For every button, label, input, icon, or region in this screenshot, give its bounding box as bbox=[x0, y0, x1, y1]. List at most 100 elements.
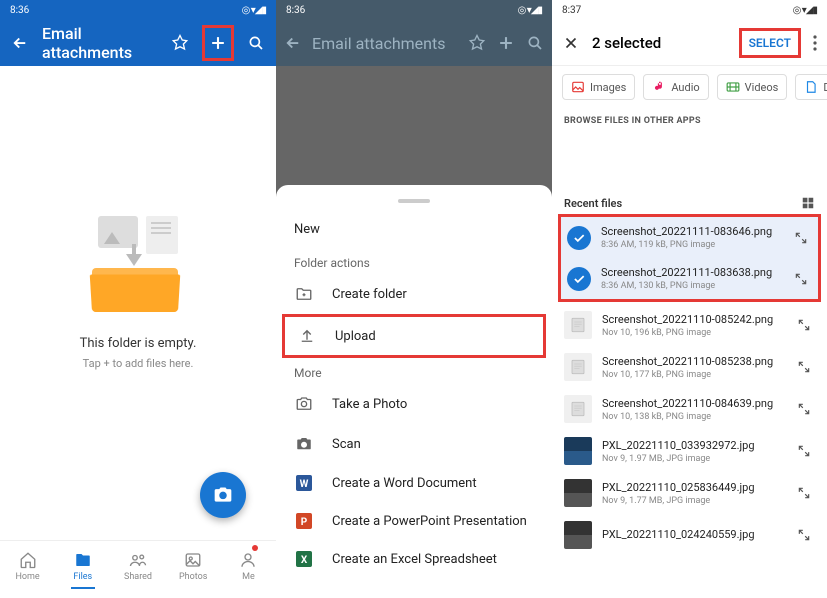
video-icon bbox=[726, 80, 740, 94]
file-info: Screenshot_20221110-084639.pngNov 10, 13… bbox=[602, 397, 783, 422]
picker-header: 2 selected SELECT bbox=[552, 20, 827, 66]
chip-videos[interactable]: Videos bbox=[717, 74, 788, 100]
svg-text:P: P bbox=[301, 517, 308, 528]
chip-documents[interactable]: Docur bbox=[795, 74, 827, 100]
search-icon[interactable] bbox=[244, 34, 268, 52]
scan-label: Scan bbox=[332, 437, 361, 452]
file-info: Screenshot_20221110-085242.pngNov 10, 19… bbox=[602, 313, 783, 338]
upload-icon bbox=[297, 327, 317, 345]
selection-count: 2 selected bbox=[592, 34, 727, 52]
create-xls-item[interactable]: X Create an Excel Spreadsheet bbox=[276, 540, 552, 578]
file-name: PXL_20221110_025836449.jpg bbox=[602, 481, 783, 494]
add-icon bbox=[496, 33, 516, 53]
file-name: Screenshot_20221110-084639.png bbox=[602, 397, 783, 410]
more-icon[interactable] bbox=[813, 35, 817, 51]
checkmark-icon bbox=[567, 267, 591, 291]
expand-icon[interactable] bbox=[793, 318, 815, 332]
chip-images[interactable]: Images bbox=[562, 74, 635, 100]
file-row[interactable]: Screenshot_20221111-083646.png8:36 AM, 1… bbox=[561, 217, 818, 258]
sheet-section-folder-actions: Folder actions bbox=[276, 248, 552, 274]
file-row[interactable]: Screenshot_20221110-084639.pngNov 10, 13… bbox=[552, 388, 827, 430]
take-photo-item[interactable]: Take a Photo bbox=[276, 384, 552, 424]
powerpoint-icon: P bbox=[294, 513, 314, 529]
nav-files[interactable]: Files bbox=[55, 541, 110, 598]
audio-icon bbox=[652, 80, 666, 94]
upload-item[interactable]: Upload bbox=[285, 317, 543, 355]
back-icon[interactable] bbox=[8, 34, 32, 52]
file-name: Screenshot_20221111-083638.png bbox=[601, 266, 780, 279]
file-info: PXL_20221110_024240559.jpg bbox=[602, 528, 783, 543]
image-icon bbox=[571, 80, 585, 94]
create-word-item[interactable]: W Create a Word Document bbox=[276, 464, 552, 502]
create-folder-item[interactable]: Create folder bbox=[276, 274, 552, 314]
file-info: Screenshot_20221110-085238.pngNov 10, 17… bbox=[602, 355, 783, 380]
file-thumbnail bbox=[564, 395, 592, 423]
file-name: PXL_20221110_024240559.jpg bbox=[602, 528, 783, 541]
file-row[interactable]: PXL_20221110_024240559.jpg bbox=[552, 514, 827, 556]
status-icons: ◎ ▾◢▮ bbox=[242, 5, 266, 16]
nav-files-label: Files bbox=[73, 572, 92, 582]
expand-icon[interactable] bbox=[793, 486, 815, 500]
file-row[interactable]: PXL_20221110_033932972.jpgNov 9, 1.97 MB… bbox=[552, 430, 827, 472]
chip-audio[interactable]: Audio bbox=[643, 74, 708, 100]
app-header: Email attachments bbox=[0, 20, 276, 66]
nav-shared[interactable]: Shared bbox=[110, 541, 165, 598]
premium-icon[interactable] bbox=[168, 34, 192, 52]
browse-other-apps[interactable]: BROWSE FILES IN OTHER APPS bbox=[552, 108, 827, 130]
expand-icon[interactable] bbox=[790, 272, 812, 286]
camera-fab[interactable] bbox=[200, 472, 246, 518]
selected-files-highlight: Screenshot_20221111-083646.png8:36 AM, 1… bbox=[558, 214, 821, 302]
sheet-handle[interactable] bbox=[398, 199, 430, 203]
take-photo-label: Take a Photo bbox=[332, 397, 407, 412]
page-title: Email attachments bbox=[42, 24, 158, 62]
expand-icon[interactable] bbox=[790, 231, 812, 245]
file-meta: Nov 9, 1.97 MB, JPG image bbox=[602, 454, 783, 464]
file-info: Screenshot_20221111-083638.png 8:36 AM, 1… bbox=[601, 266, 780, 291]
search-icon bbox=[526, 34, 544, 52]
close-icon[interactable] bbox=[562, 34, 580, 52]
create-folder-label: Create folder bbox=[332, 287, 407, 302]
status-bar: 8:36 ◎ ▾◢▮ bbox=[276, 0, 552, 20]
camera-icon bbox=[294, 395, 314, 413]
file-row[interactable]: Screenshot_20221111-083638.png 8:36 AM, 1… bbox=[561, 258, 818, 299]
status-time: 8:36 bbox=[10, 5, 29, 16]
upload-highlight: Upload bbox=[282, 314, 546, 358]
nav-home-label: Home bbox=[15, 572, 39, 582]
file-thumbnail bbox=[564, 521, 592, 549]
file-row[interactable]: Screenshot_20221110-085242.pngNov 10, 19… bbox=[552, 304, 827, 346]
create-xls-label: Create an Excel Spreadsheet bbox=[332, 552, 497, 567]
status-icons: ◎ ▾◢▮ bbox=[518, 5, 542, 16]
scan-item[interactable]: Scan bbox=[276, 424, 552, 464]
create-ppt-item[interactable]: P Create a PowerPoint Presentation bbox=[276, 502, 552, 540]
nav-me[interactable]: Me bbox=[221, 541, 276, 598]
file-name: Screenshot_20221110-085242.png bbox=[602, 313, 783, 326]
checkmark-icon bbox=[567, 226, 591, 250]
empty-title: This folder is empty. bbox=[80, 336, 197, 351]
grid-view-icon[interactable] bbox=[801, 196, 815, 210]
status-time: 8:36 bbox=[286, 5, 305, 16]
file-meta: 8:36 AM, 130 kB, PNG image bbox=[601, 281, 780, 291]
expand-icon[interactable] bbox=[793, 444, 815, 458]
file-row[interactable]: Screenshot_20221110-085238.pngNov 10, 17… bbox=[552, 346, 827, 388]
add-icon[interactable] bbox=[208, 33, 228, 53]
select-button[interactable]: SELECT bbox=[745, 32, 795, 54]
notification-dot bbox=[252, 545, 258, 551]
panel-files-empty: 8:36 ◎ ▾◢▮ Email attachments bbox=[0, 0, 276, 598]
expand-icon[interactable] bbox=[793, 402, 815, 416]
excel-icon: X bbox=[294, 551, 314, 567]
file-thumbnail bbox=[564, 311, 592, 339]
panel-action-sheet: 8:36 ◎ ▾◢▮ Email attachments New Folder … bbox=[276, 0, 552, 598]
create-word-label: Create a Word Document bbox=[332, 476, 477, 491]
file-info: Screenshot_20221111-083646.png8:36 AM, 1… bbox=[601, 225, 780, 250]
folder-plus-icon bbox=[294, 285, 314, 303]
select-button-highlight: SELECT bbox=[739, 28, 801, 58]
expand-icon[interactable] bbox=[793, 528, 815, 542]
panel-file-picker: 8:37 ◎ ▾◢▮ 2 selected SELECT Images Audi… bbox=[552, 0, 827, 598]
file-info: PXL_20221110_033932972.jpgNov 9, 1.97 MB… bbox=[602, 439, 783, 464]
file-row[interactable]: PXL_20221110_025836449.jpgNov 9, 1.77 MB… bbox=[552, 472, 827, 514]
page-title: Email attachments bbox=[312, 34, 458, 53]
nav-home[interactable]: Home bbox=[0, 541, 55, 598]
scan-icon bbox=[294, 435, 314, 453]
expand-icon[interactable] bbox=[793, 360, 815, 374]
nav-photos[interactable]: Photos bbox=[166, 541, 221, 598]
